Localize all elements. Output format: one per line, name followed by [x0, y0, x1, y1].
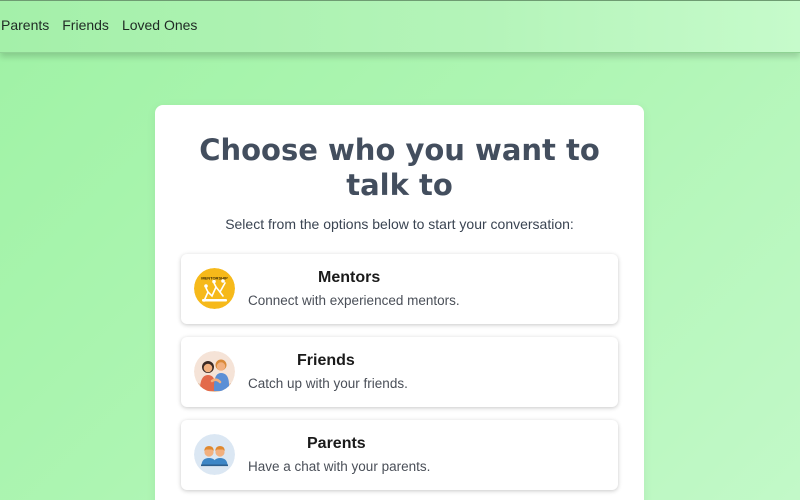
- page-subtitle: Select from the options below to start y…: [225, 216, 574, 232]
- top-nav-bar: Parents Friends Loved Ones: [0, 0, 800, 53]
- option-parents[interactable]: Parents Have a chat with your parents.: [181, 420, 618, 490]
- parents-icon: [194, 434, 235, 475]
- option-mentors[interactable]: MENTORSHIP Mentors Connect with experien…: [181, 254, 618, 324]
- page-title: Choose who you want to talk to: [199, 133, 600, 202]
- option-title: Parents: [307, 435, 366, 452]
- option-description: Catch up with your friends.: [248, 376, 408, 391]
- option-description: Connect with experienced mentors.: [248, 293, 460, 308]
- nav-top-border: [0, 0, 800, 1]
- choose-contact-card: Choose who you want to talk to Select fr…: [155, 105, 644, 500]
- nav-link-parents[interactable]: Parents: [1, 18, 49, 32]
- option-description: Have a chat with your parents.: [248, 459, 431, 474]
- option-title: Mentors: [318, 269, 381, 286]
- nav-link-friends[interactable]: Friends: [62, 18, 109, 32]
- nav-link-loved-ones[interactable]: Loved Ones: [122, 18, 198, 32]
- mentorship-icon: MENTORSHIP: [194, 268, 235, 309]
- option-title: Friends: [297, 352, 355, 369]
- option-friends[interactable]: Friends Catch up with your friends.: [181, 337, 618, 407]
- friends-icon: [194, 351, 235, 392]
